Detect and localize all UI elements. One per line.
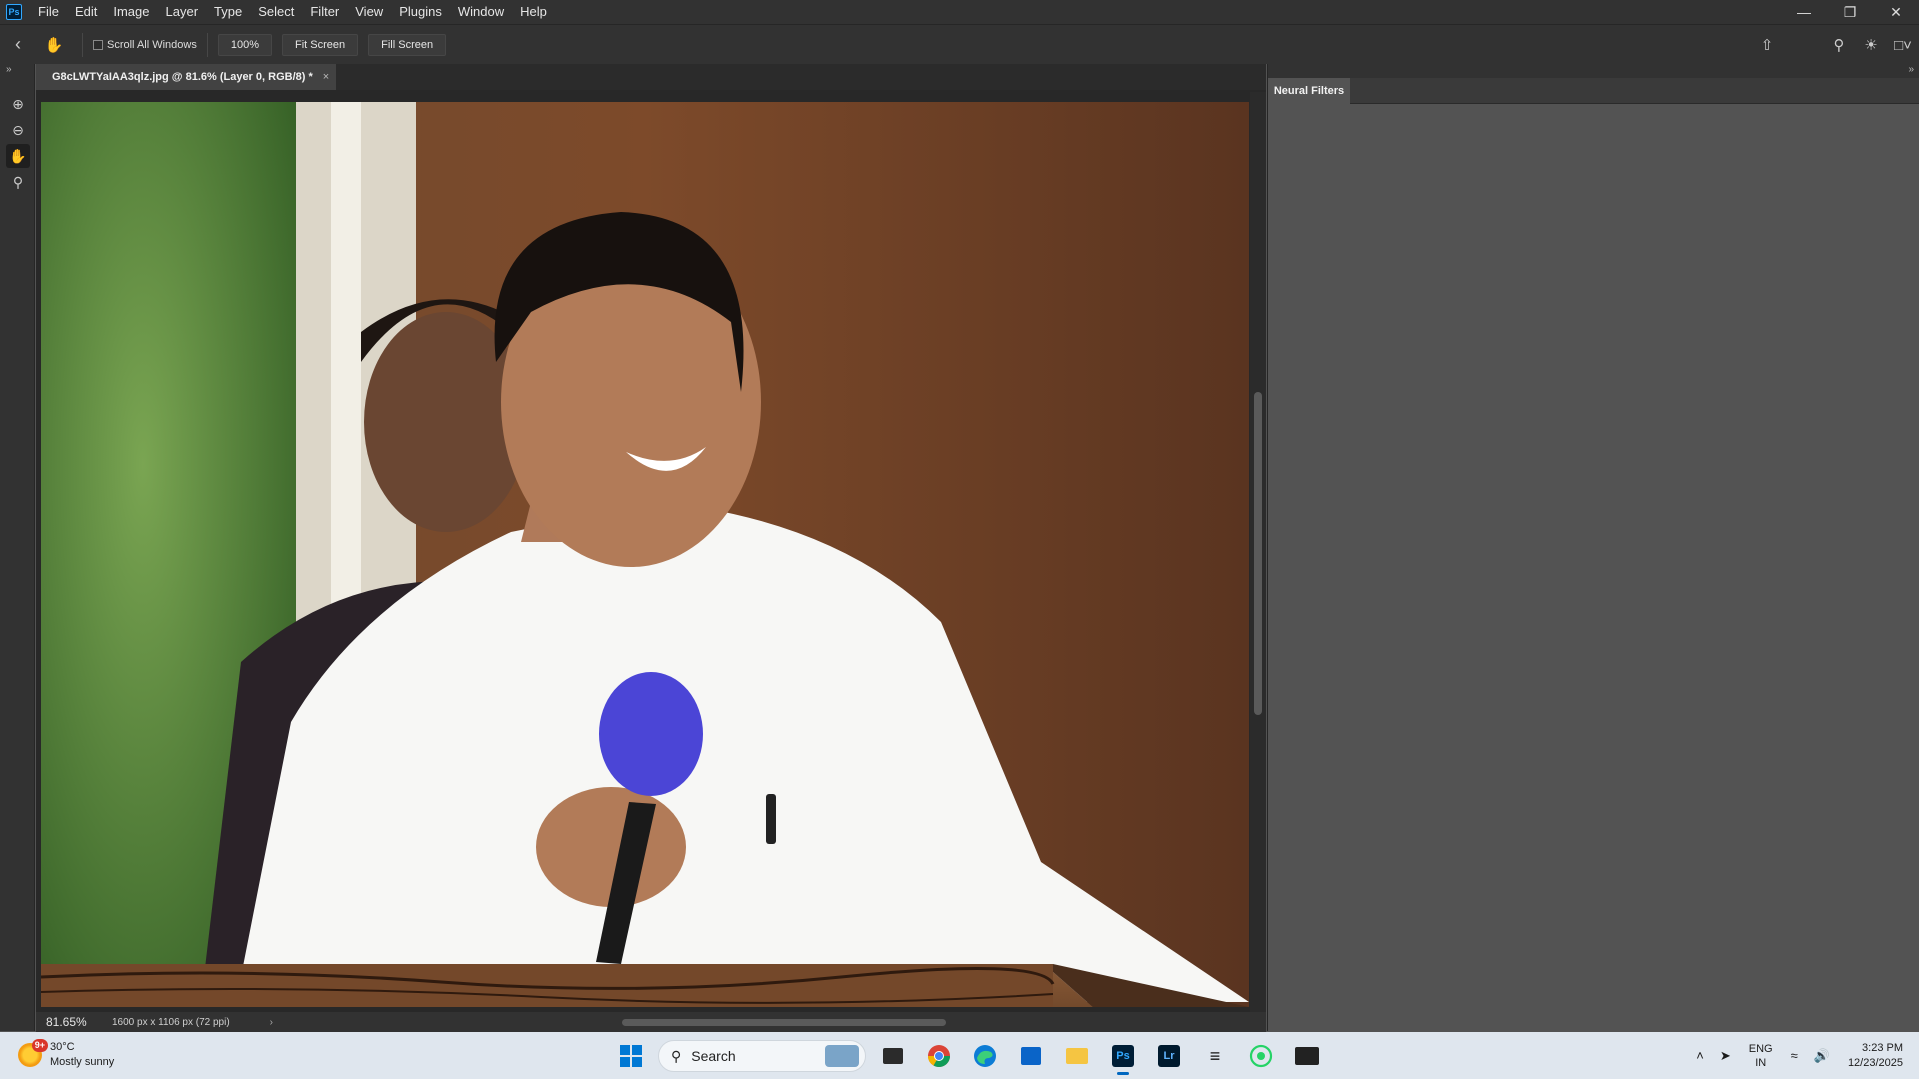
menu-layer[interactable]: Layer: [158, 0, 207, 24]
notification-badge: 9+: [31, 1039, 48, 1052]
zoom-100-button[interactable]: 100%: [217, 33, 272, 56]
divider: [206, 32, 208, 57]
document-tab[interactable]: G8cLWTYaIAA3qlz.jpg @ 81.6% (Layer 0, RG…: [36, 64, 336, 90]
menu-filter[interactable]: Filter: [302, 0, 347, 24]
language-indicator[interactable]: ENG IN: [1739, 1042, 1783, 1070]
wifi-icon[interactable]: ≈: [1783, 1048, 1806, 1063]
clock[interactable]: 3:23 PM 12/23/2025: [1838, 1041, 1919, 1071]
photo-illustration: [41, 102, 1249, 1007]
edge-icon[interactable]: [966, 1037, 1004, 1075]
menu-image[interactable]: Image: [105, 0, 157, 24]
photoshop-logo-icon[interactable]: Ps: [6, 4, 22, 20]
menu-file[interactable]: File: [30, 0, 67, 24]
temperature: 30°C: [50, 1041, 75, 1053]
clock-date: 12/23/2025: [1847, 1056, 1903, 1069]
workspace-icon[interactable]: □˅: [1887, 25, 1919, 65]
divider: [82, 32, 83, 57]
menu-type[interactable]: Type: [206, 0, 250, 24]
panel-tab-bar: Neural Filters: [1268, 78, 1919, 104]
panel-header-strip: »: [1268, 64, 1919, 78]
region-code: IN: [1755, 1056, 1767, 1069]
document-info: 1600 px x 1106 px (72 ppi): [112, 1016, 230, 1028]
menu-help[interactable]: Help: [512, 0, 555, 24]
fill-screen-button[interactable]: Fill Screen: [368, 33, 447, 56]
show-hidden-icons-chevron-icon[interactable]: ˄: [1688, 1048, 1712, 1063]
search-label: Search: [691, 1048, 736, 1064]
hand-tool-icon[interactable]: ✋: [6, 144, 30, 168]
vertical-scroll-thumb[interactable]: [1254, 392, 1262, 715]
zoom-tool-icon[interactable]: ⚲: [6, 170, 30, 194]
collapse-toolbar-icon[interactable]: »: [6, 64, 12, 75]
location-arrow-icon[interactable]: ➤: [1712, 1048, 1739, 1064]
fit-screen-button[interactable]: Fit Screen: [282, 33, 359, 56]
menu-window[interactable]: Window: [450, 0, 512, 24]
status-bar: 81.65% 1600 px x 1106 px (72 ppi) ›: [36, 1012, 1266, 1032]
document-image[interactable]: [41, 102, 1249, 1007]
whatsapp-icon[interactable]: [1242, 1037, 1280, 1075]
capcut-icon[interactable]: ≡: [1196, 1037, 1234, 1075]
restore-icon[interactable]: ❐: [1827, 0, 1873, 24]
status-expand-icon[interactable]: ›: [270, 1017, 273, 1028]
menu-plugins[interactable]: Plugins: [391, 0, 450, 24]
file-explorer-icon[interactable]: [874, 1037, 912, 1075]
options-bar: ‹ ✋ Scroll All Windows 100% Fit Screen F…: [0, 24, 1919, 64]
clock-time: 3:23 PM: [1862, 1041, 1903, 1054]
sun-weather-icon: 9+: [18, 1039, 48, 1067]
chrome-icon[interactable]: [920, 1037, 958, 1075]
tools-panel: » ⊕ ⊖ ✋ ⚲: [0, 64, 35, 1031]
folder-icon[interactable]: [1058, 1037, 1096, 1075]
store-icon[interactable]: [1012, 1037, 1050, 1075]
scroll-all-windows-label: Scroll All Windows: [107, 38, 197, 51]
zoom-in-icon[interactable]: ⊕: [6, 92, 30, 116]
photoshop-app-label: Ps: [1112, 1045, 1134, 1067]
minimize-icon[interactable]: —: [1781, 0, 1827, 24]
checkbox-box[interactable]: [93, 39, 103, 50]
lightroom-app-label: Lr: [1158, 1045, 1180, 1067]
windows-start-icon[interactable]: [612, 1037, 650, 1075]
scroll-all-windows-checkbox[interactable]: Scroll All Windows: [93, 39, 197, 51]
menu-edit[interactable]: Edit: [67, 0, 105, 24]
menu-bar: Ps File Edit Image Layer Type Select Fil…: [0, 0, 1919, 24]
menu-select[interactable]: Select: [250, 0, 302, 24]
canvas-area[interactable]: [36, 90, 1266, 1018]
share-icon[interactable]: ⇧: [1751, 25, 1783, 65]
horizontal-scrollbar[interactable]: [282, 1016, 1242, 1028]
document-tab-title: G8cLWTYaIAA3qlz.jpg @ 81.6% (Layer 0, RG…: [52, 71, 313, 83]
esports-app-icon[interactable]: [1288, 1037, 1326, 1075]
search-highlight-icon: [825, 1045, 859, 1067]
search-icon: ⚲: [671, 1047, 682, 1064]
photoshop-icon[interactable]: Ps: [1104, 1037, 1142, 1075]
discover-lightbulb-icon[interactable]: ☀: [1855, 25, 1887, 65]
weather-condition: Mostly sunny: [50, 1056, 115, 1068]
horizontal-scroll-thumb[interactable]: [622, 1019, 946, 1026]
neural-filters-panel: » Neural Filters: [1267, 64, 1919, 1031]
hand-tool-preset-icon[interactable]: ✋: [36, 25, 72, 65]
taskbar-search-box[interactable]: ⚲ Search: [658, 1040, 866, 1072]
zoom-level[interactable]: 81.65%: [36, 1015, 106, 1029]
vertical-scrollbar[interactable]: [1250, 92, 1266, 1018]
close-tab-icon[interactable]: ×: [323, 71, 329, 83]
windows-taskbar: 9+ 30°C Mostly sunny ⚲ Search Ps Lr ≡ ˄ …: [0, 1032, 1919, 1079]
back-arrow-icon[interactable]: ‹: [0, 25, 36, 65]
tab-neural-filters[interactable]: Neural Filters: [1268, 78, 1350, 104]
system-tray: ˄ ➤ ENG IN ≈ 🔊 3:23 PM 12/23/2025: [1688, 1032, 1919, 1079]
collapse-panel-icon[interactable]: »: [1908, 64, 1914, 75]
zoom-out-icon[interactable]: ⊖: [6, 118, 30, 142]
close-icon[interactable]: ✕: [1873, 0, 1919, 24]
menu-view[interactable]: View: [347, 0, 391, 24]
lightroom-icon[interactable]: Lr: [1150, 1037, 1188, 1075]
weather-widget[interactable]: 9+ 30°C Mostly sunny: [18, 1039, 115, 1070]
search-icon[interactable]: ⚲: [1823, 25, 1855, 65]
language-code: ENG: [1748, 1042, 1773, 1055]
volume-icon[interactable]: 🔊: [1806, 1048, 1838, 1064]
